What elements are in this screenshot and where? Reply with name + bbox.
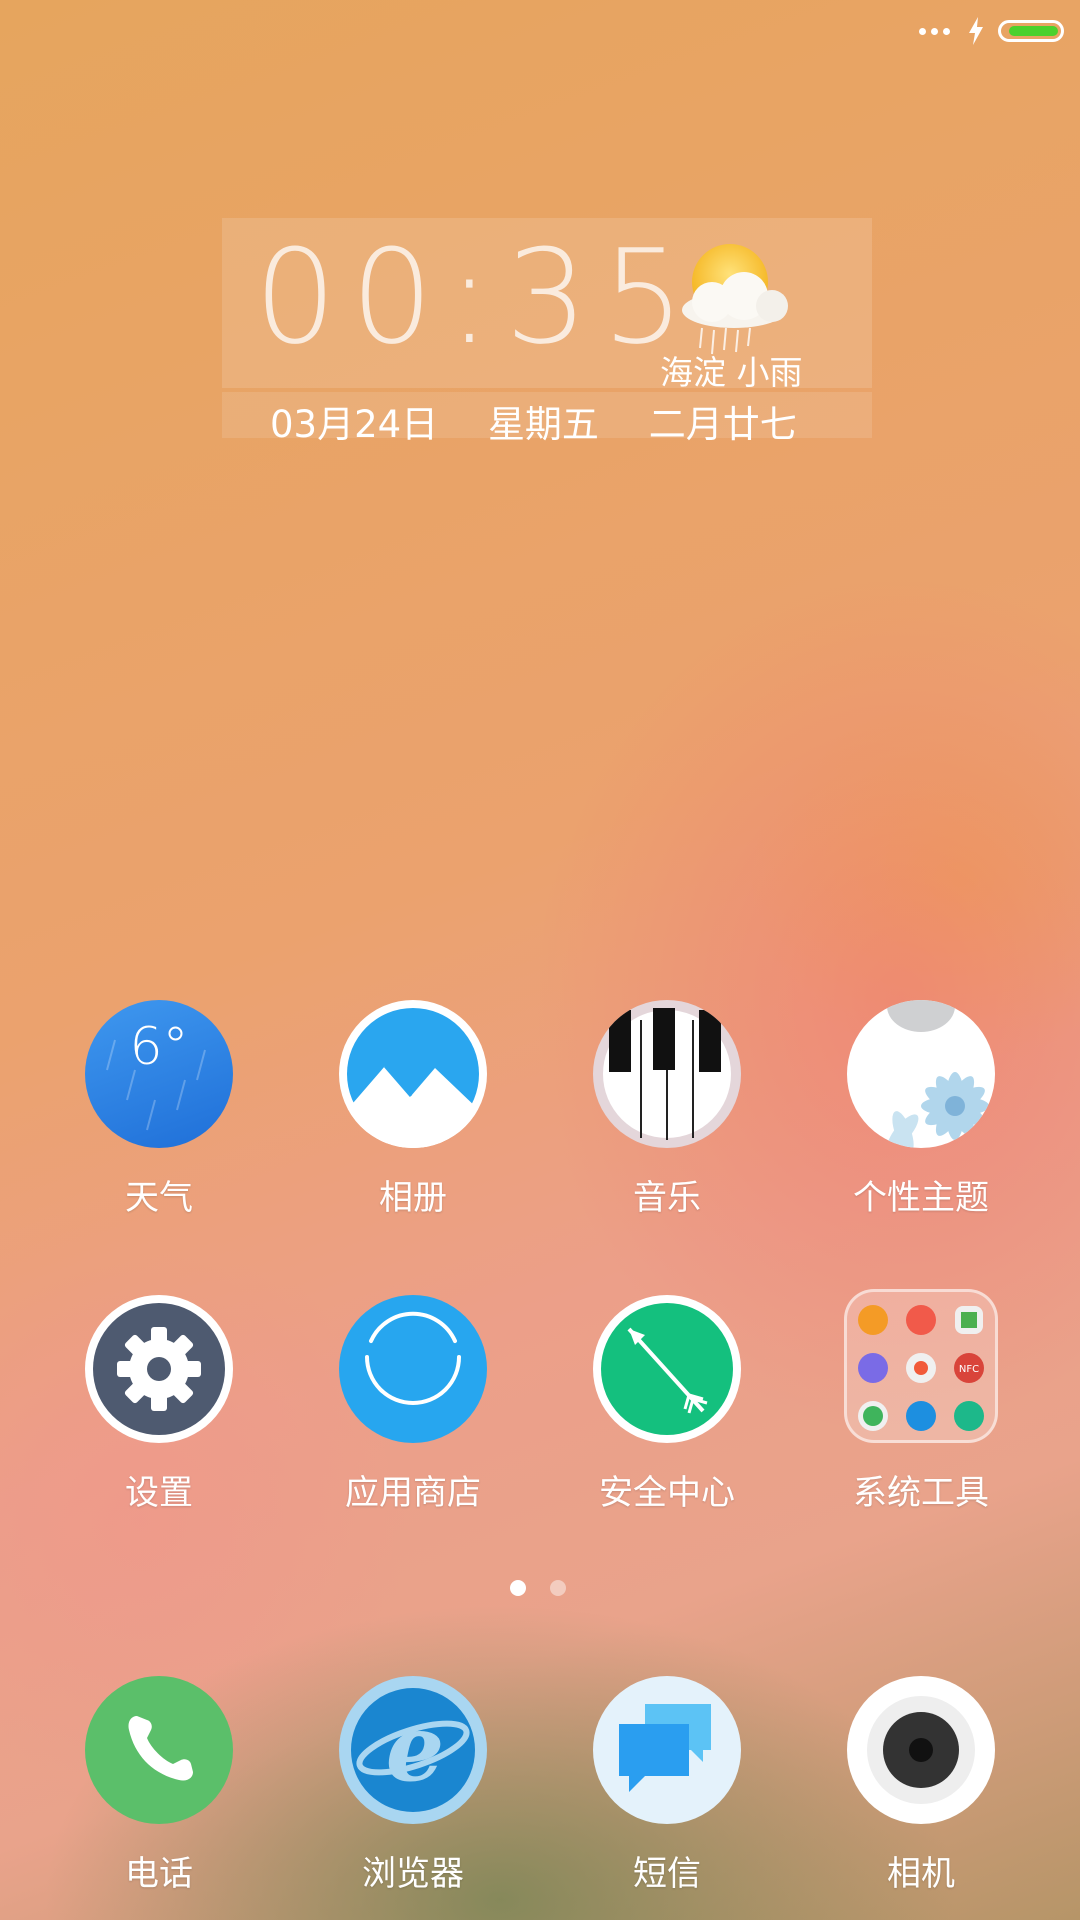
settings-gear-icon	[85, 1295, 233, 1443]
date-text: 03月24日	[270, 403, 439, 446]
app-store-icon	[339, 1295, 487, 1443]
app-security-center[interactable]: 安全中心	[567, 1295, 767, 1514]
page-dot-active[interactable]	[510, 1580, 526, 1596]
date-row: 03月24日 星期五 二月廿七	[270, 394, 835, 448]
app-label: 相册	[379, 1178, 447, 1218]
weather-icon: 6°	[85, 1000, 233, 1148]
page-dot[interactable]	[550, 1580, 566, 1596]
lunar-date-text: 二月廿七	[648, 403, 797, 446]
app-gallery[interactable]: 相册	[313, 1000, 513, 1219]
app-label: 设置	[125, 1473, 193, 1513]
weather-location-condition: 海淀 小雨	[660, 353, 803, 392]
svg-text:NFC: NFC	[959, 1364, 979, 1375]
weekday-text: 星期五	[487, 403, 599, 446]
browser-icon: e	[339, 1676, 487, 1824]
more-dots-icon	[919, 27, 950, 35]
app-label: 应用商店	[345, 1473, 481, 1513]
battery-level-fill	[1009, 26, 1058, 36]
camera-icon	[847, 1676, 995, 1824]
security-center-icon	[593, 1295, 741, 1443]
status-bar	[919, 14, 1064, 48]
app-label: 相机	[887, 1854, 955, 1894]
themes-icon	[847, 1000, 995, 1148]
app-label: 音乐	[633, 1178, 701, 1218]
dock-app-camera[interactable]: 相机	[821, 1676, 1021, 1895]
app-music[interactable]: 音乐	[567, 1000, 767, 1219]
charging-bolt-icon	[969, 17, 983, 45]
app-label: 天气	[125, 1178, 193, 1218]
clock-time: 00:35	[254, 221, 699, 373]
svg-text:e: e	[386, 1694, 445, 1802]
system-tools-folder-icon: NFC	[844, 1289, 998, 1443]
folder-system-tools[interactable]: NFC 系统工具	[821, 1289, 1021, 1514]
weather-temperature: 6°	[129, 1017, 188, 1077]
app-settings[interactable]: 设置	[59, 1295, 259, 1514]
app-store[interactable]: 应用商店	[313, 1295, 513, 1514]
sun-cloud-rain-icon	[682, 244, 788, 355]
dock-app-phone[interactable]: 电话	[59, 1676, 259, 1895]
app-weather[interactable]: 6° 天气	[59, 1000, 259, 1219]
phone-icon	[85, 1676, 233, 1824]
app-label: 个性主题	[853, 1178, 989, 1218]
app-label: 安全中心	[599, 1473, 735, 1513]
battery-icon	[998, 20, 1064, 42]
messages-icon	[593, 1676, 741, 1824]
gallery-icon	[339, 1000, 487, 1148]
app-label: 短信	[633, 1854, 701, 1894]
app-label: 系统工具	[853, 1473, 989, 1513]
app-label: 浏览器	[362, 1854, 464, 1894]
dock-app-messages[interactable]: 短信	[567, 1676, 767, 1895]
clock-weather-widget[interactable]: 00:35 海淀 小雨 03月24日 星期五 二月廿七	[222, 218, 872, 446]
music-piano-icon	[593, 1000, 741, 1148]
page-indicator[interactable]	[510, 1580, 566, 1596]
app-label: 电话	[125, 1854, 193, 1894]
dock-app-browser[interactable]: e 浏览器	[313, 1676, 513, 1895]
app-themes[interactable]: 个性主题	[821, 1000, 1021, 1219]
